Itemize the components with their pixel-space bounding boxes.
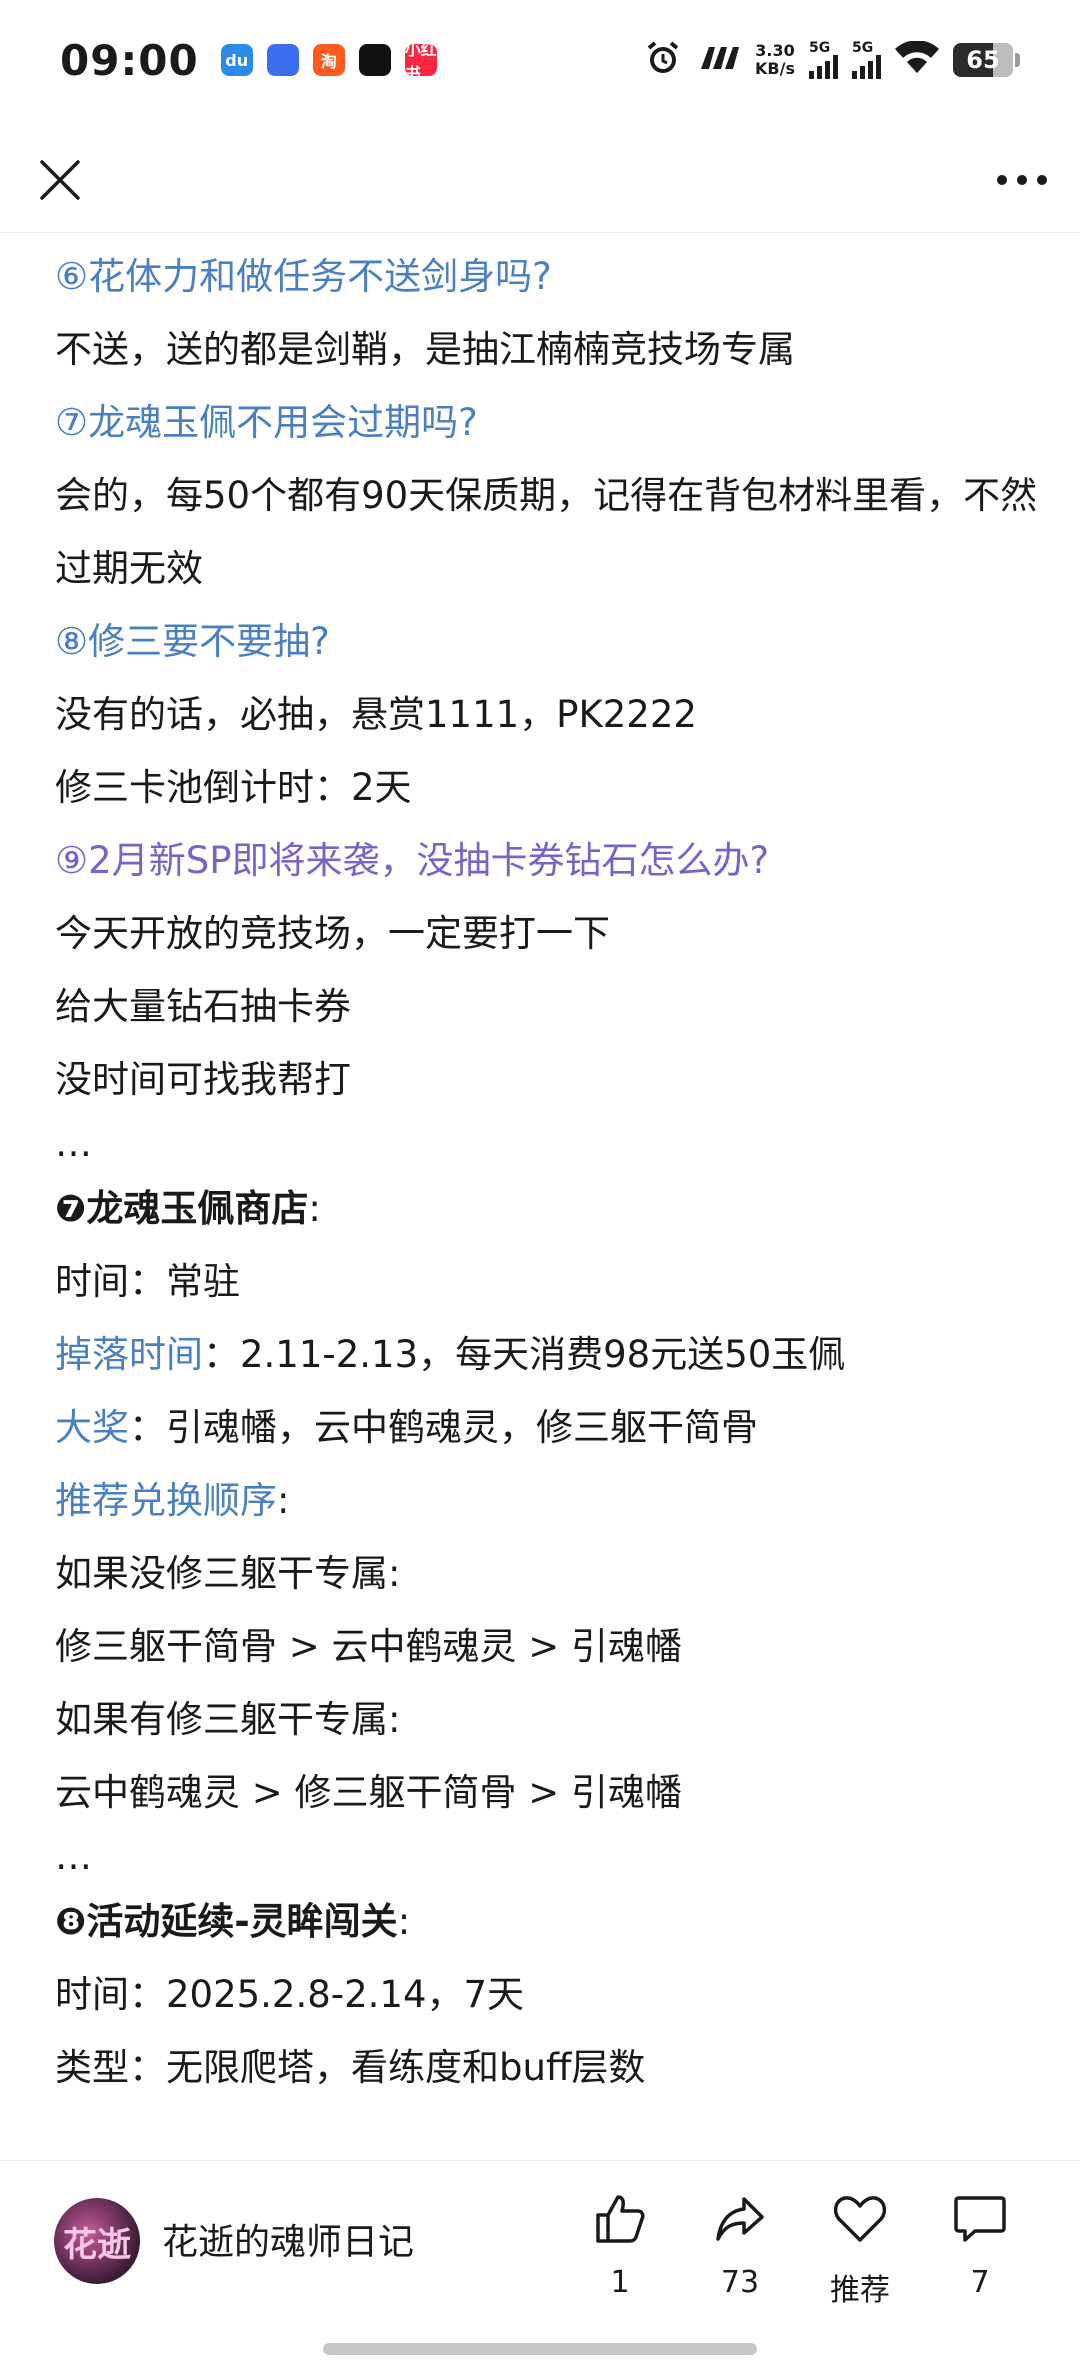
more-button[interactable] (992, 150, 1052, 210)
line-tail: : (277, 1479, 290, 1522)
article-content: ⑥花体力和做任务不送剑身吗? 不送，送的都是剑鞘，是抽江楠楠竞技场专属 ⑦龙魂玉佩不… (55, 240, 1045, 2104)
author-avatar[interactable]: 花逝 (54, 2198, 140, 2284)
nav-divider (0, 232, 1080, 233)
status-left: 09:00 du 淘 小红书 (60, 36, 451, 85)
status-right: 3.30 KB/s 5G 5G 65 (643, 38, 1020, 82)
net-speed-unit: KB/s (755, 59, 795, 78)
text-line: 不送，送的都是剑鞘，是抽江楠楠竞技场专属 (55, 328, 795, 371)
text-line: 云中鹤魂灵 > 修三躯干简骨 > 引魂幡 (55, 1771, 683, 1814)
battery-icon: 65 (953, 43, 1020, 77)
text-line: 如果没修三躯干专属: (55, 1552, 401, 1595)
more-icon (997, 175, 1047, 185)
text-line: 修三卡池倒计时：2天 (55, 766, 412, 809)
text-line: 今天开放的竞技场，一定要打一下 (55, 912, 610, 955)
notification-app-icons: du 淘 小红书 (220, 40, 451, 83)
key-label: 掉落时间 (55, 1333, 203, 1376)
comment-icon (954, 2196, 1006, 2242)
key-label: 大奖 (55, 1406, 129, 1449)
faq-question: ⑥花体力和做任务不送剑身吗? (55, 255, 552, 298)
line-tail: : (308, 1187, 321, 1230)
key-value-line: 推荐兑换顺序: (55, 1464, 1045, 1537)
line-tail: ：2.11-2.13，每天消费98元送50玉佩 (203, 1333, 846, 1376)
comment-button[interactable]: 7 (920, 2191, 1040, 2309)
close-button[interactable] (30, 150, 90, 210)
ellipsis-line: … (55, 1835, 92, 1878)
battery-level: 65 (966, 46, 1000, 74)
close-icon (40, 160, 80, 200)
net-speed-value: 3.30 (755, 41, 795, 60)
section-heading: ❽活动延续-灵眸闯关: (55, 1885, 1045, 1958)
faq-question: ⑨2月新SP即将来袭，没抽卡券钻石怎么办? (55, 839, 770, 882)
heart-icon (833, 2196, 887, 2242)
author-name[interactable]: 花逝的魂师日记 (162, 2213, 414, 2265)
wifi-icon (895, 40, 939, 79)
text-line: 类型：无限爬塔，看练度和buff层数 (55, 2046, 646, 2089)
action-group: 1 73 推荐 7 (560, 2191, 1040, 2309)
taobao-app-icon: 淘 (312, 44, 345, 76)
signal-1-icon: 5G (809, 41, 838, 79)
text-line: 修三躯干简骨 > 云中鹤魂灵 > 引魂幡 (55, 1625, 683, 1668)
section-heading: ❼龙魂玉佩商店: (55, 1172, 1045, 1245)
share-button[interactable]: 73 (680, 2191, 800, 2309)
key-label: 推荐兑换顺序 (55, 1479, 277, 1522)
status-time: 09:00 (60, 35, 199, 85)
capcut-app-icon (358, 44, 391, 76)
net-speed: 3.30 KB/s (755, 42, 795, 78)
share-count: 73 (720, 2265, 760, 2300)
line-tail: : (397, 1900, 411, 1943)
xiaohongshu-app-icon: 小红书 (404, 40, 437, 83)
recommend-button[interactable]: 推荐 (800, 2191, 920, 2309)
like-button[interactable]: 1 (560, 2191, 680, 2309)
text-line: 没时间可找我帮打 (55, 1058, 351, 1101)
signal-1-label: 5G (809, 40, 831, 56)
key-value-line: 大奖：引魂幡，云中鹤魂灵，修三躯干简骨 (55, 1391, 1045, 1464)
signal-2-label: 5G (852, 40, 874, 56)
ellipsis-line: … (55, 1122, 92, 1165)
browser-app-icon (266, 44, 299, 76)
text-line: 时间：常驻 (55, 1260, 240, 1303)
line-tail: ：引魂幡，云中鹤魂灵，修三躯干简骨 (129, 1406, 758, 1449)
recommend-label: 推荐 (830, 2273, 890, 2308)
faq-question: ⑧修三要不要抽? (55, 620, 330, 663)
thumbs-up-icon (596, 2195, 645, 2243)
comment-count: 7 (970, 2265, 990, 2300)
key-value-line: 掉落时间：2.11-2.13，每天消费98元送50玉佩 (55, 1318, 1045, 1391)
du-app-icon: du (220, 44, 253, 76)
signal-2-icon: 5G (852, 41, 881, 79)
status-bar: 09:00 du 淘 小红书 3.30 KB/s 5G 5G 65 (0, 0, 1080, 120)
faq-question: ⑦龙魂玉佩不用会过期吗? (55, 401, 478, 444)
avatar-text: 花逝 (63, 2224, 131, 2265)
heading-text: ❽活动延续-灵眸闯关 (55, 1900, 398, 1943)
network-mode-icon (697, 43, 741, 77)
text-line: 时间：2025.2.8-2.14，7天 (55, 1973, 525, 2016)
text-line: 给大量钻石抽卡券 (55, 985, 351, 1028)
text-line: 如果有修三躯干专属: (55, 1698, 401, 1741)
share-icon (716, 2197, 764, 2241)
text-line: 没有的话，必抽，悬赏1111，PK2222 (55, 693, 697, 736)
like-count: 1 (610, 2265, 630, 2300)
heading-text: ❼龙魂玉佩商店 (55, 1187, 309, 1230)
alarm-icon (643, 38, 683, 82)
text-line: 会的，每50个都有90天保质期，记得在背包材料里看，不然过期无效 (55, 474, 1038, 590)
home-indicator[interactable] (323, 2343, 757, 2355)
top-nav (0, 130, 1080, 230)
